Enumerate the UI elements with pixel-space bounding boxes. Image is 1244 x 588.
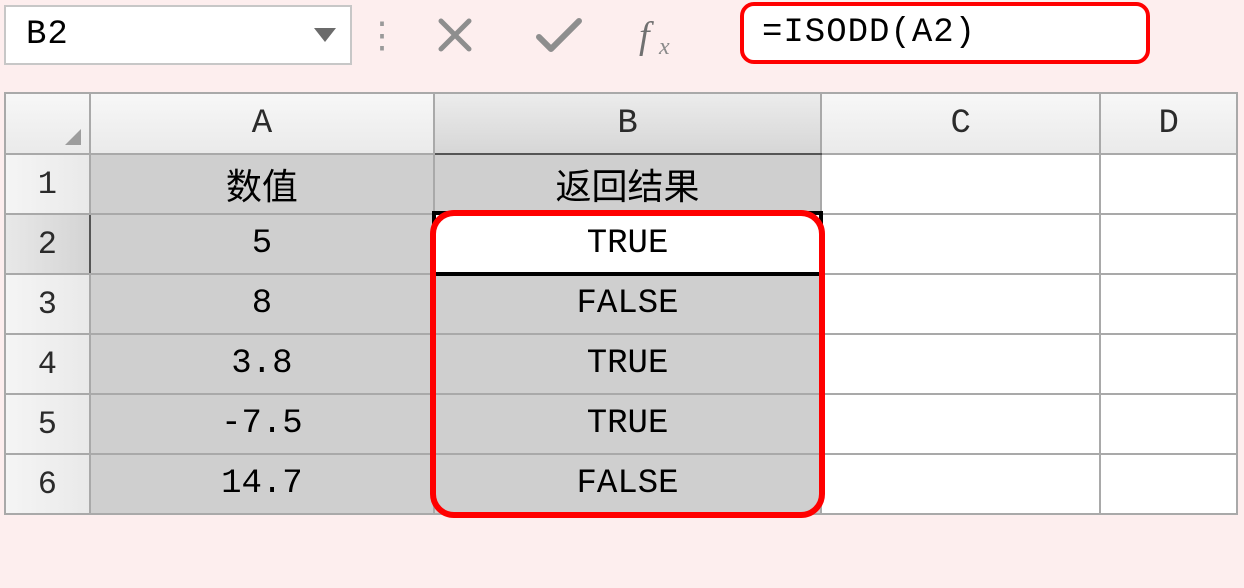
row-header-1[interactable]: 1 [6, 154, 90, 214]
cancel-icon[interactable] [420, 10, 490, 60]
formula-bar-drag-handle[interactable]: ⋮ [352, 2, 412, 68]
confirm-icon[interactable] [524, 10, 594, 60]
cell-D4[interactable] [1100, 334, 1237, 394]
col-header-A[interactable]: A [90, 94, 434, 154]
row-header-6[interactable]: 6 [6, 454, 90, 514]
svg-text:f: f [639, 15, 654, 56]
cell-C3[interactable] [821, 274, 1100, 334]
cell-D6[interactable] [1100, 454, 1237, 514]
col-header-C[interactable]: C [821, 94, 1100, 154]
cell-A4[interactable]: 3.8 [90, 334, 434, 394]
cell-A3[interactable]: 8 [90, 274, 434, 334]
cell-A1[interactable]: 数值 [90, 154, 434, 214]
cell-D3[interactable] [1100, 274, 1237, 334]
cell-A6[interactable]: 14.7 [90, 454, 434, 514]
grid-table[interactable]: A B C D 1 数值 返回结果 2 5 TRUE [6, 94, 1238, 515]
cell-C4[interactable] [821, 334, 1100, 394]
cell-B3[interactable]: FALSE [434, 274, 821, 334]
name-box-value: B2 [26, 16, 69, 54]
row-header-5[interactable]: 5 [6, 394, 90, 454]
spreadsheet: A B C D 1 数值 返回结果 2 5 TRUE [0, 92, 1244, 515]
cell-D5[interactable] [1100, 394, 1237, 454]
cell-C2[interactable] [821, 214, 1100, 274]
formula-input[interactable]: =ISODD(A2) [740, 2, 1150, 64]
formula-bar-buttons: f x [412, 2, 716, 68]
row-header-2[interactable]: 2 [6, 214, 90, 274]
formula-text: =ISODD(A2) [762, 14, 976, 52]
row-header-3[interactable]: 3 [6, 274, 90, 334]
name-box-dropdown-icon[interactable] [314, 28, 336, 42]
cell-A2[interactable]: 5 [90, 214, 434, 274]
name-box[interactable]: B2 [4, 5, 352, 65]
cell-B4[interactable]: TRUE [434, 334, 821, 394]
cell-A5[interactable]: -7.5 [90, 394, 434, 454]
cell-C6[interactable] [821, 454, 1100, 514]
col-header-B[interactable]: B [434, 94, 821, 154]
cell-B1[interactable]: 返回结果 [434, 154, 821, 214]
formula-bar: B2 ⋮ f x =ISODD(A2) [4, 2, 1238, 68]
select-all-corner[interactable] [6, 94, 90, 154]
cell-D2[interactable] [1100, 214, 1237, 274]
cell-D1[interactable] [1100, 154, 1237, 214]
svg-text:x: x [658, 34, 670, 56]
col-header-D[interactable]: D [1100, 94, 1237, 154]
cell-B5[interactable]: TRUE [434, 394, 821, 454]
insert-function-icon[interactable]: f x [628, 10, 698, 60]
row-header-4[interactable]: 4 [6, 334, 90, 394]
cell-B2[interactable]: TRUE [434, 214, 821, 274]
cell-C1[interactable] [821, 154, 1100, 214]
cell-C5[interactable] [821, 394, 1100, 454]
cell-B6[interactable]: FALSE [434, 454, 821, 514]
